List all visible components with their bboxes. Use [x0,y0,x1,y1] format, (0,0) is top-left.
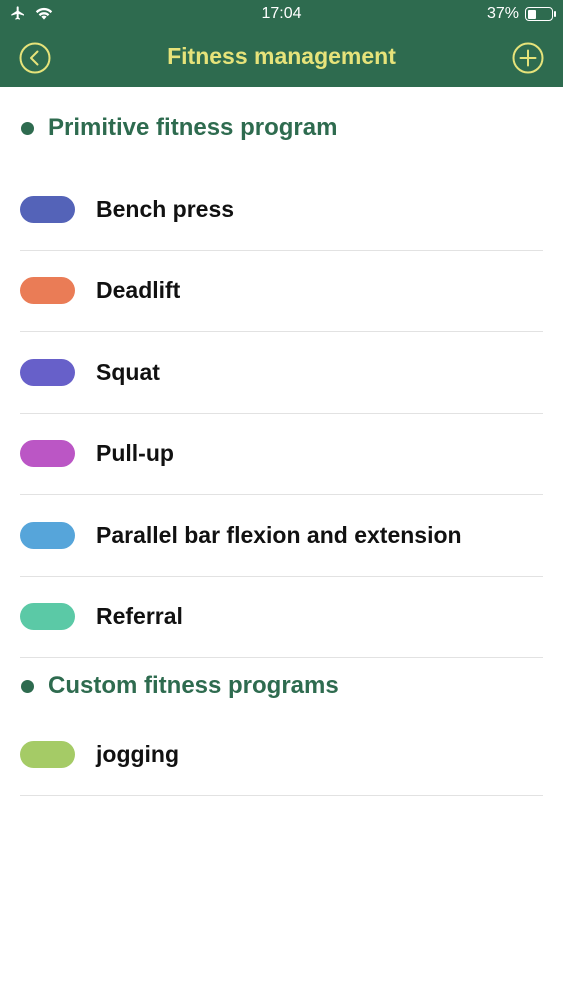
list-item-jogging[interactable]: jogging [20,714,543,796]
color-pill [20,521,75,549]
status-right: 37% [486,5,556,23]
add-button[interactable] [511,41,545,75]
list-item-deadlift[interactable]: Deadlift [20,251,543,332]
list-item-label: Squat [96,358,160,385]
section-header-primitive: Primitive fitness program [0,87,563,169]
battery-fill [527,9,536,19]
color-pill [20,195,75,223]
color-pill [20,277,75,305]
page-title: Fitness management [167,43,396,69]
status-time: 17:04 [261,5,302,22]
list-item-label: Bench press [96,195,235,222]
list-item-squat[interactable]: Squat [20,332,543,414]
color-pill [20,603,75,631]
section-title: Primitive fitness program [48,114,338,141]
battery-percent: 37% [486,5,519,22]
list-item-label: jogging [96,740,180,767]
program-list: Primitive fitness program Bench press De… [0,87,563,796]
list-item-parallel-bar[interactable]: Parallel bar flexion and extension [20,495,543,577]
list-item-label: Pull-up [96,440,174,467]
color-pill [20,358,75,386]
section-bullet-icon [21,679,34,693]
list-item-label: Parallel bar flexion and extension [96,521,462,548]
list-item-pull-up[interactable]: Pull-up [20,414,543,495]
battery-icon [525,7,556,21]
color-pill [20,740,75,768]
status-bar: 17:04 37% [0,0,563,30]
list-item-label: Deadlift [96,277,181,304]
list-item-referral[interactable]: Referral [20,577,543,658]
section-title: Custom fitness programs [48,672,339,699]
nav-bar: Fitness management [0,30,563,87]
plus-circle-icon [512,42,544,74]
section-bullet-icon [21,121,34,135]
list-item-bench-press[interactable]: Bench press [20,169,543,251]
color-pill [20,440,75,468]
list-item-label: Referral [96,603,183,630]
section-header-custom: Custom fitness programs [0,658,563,714]
